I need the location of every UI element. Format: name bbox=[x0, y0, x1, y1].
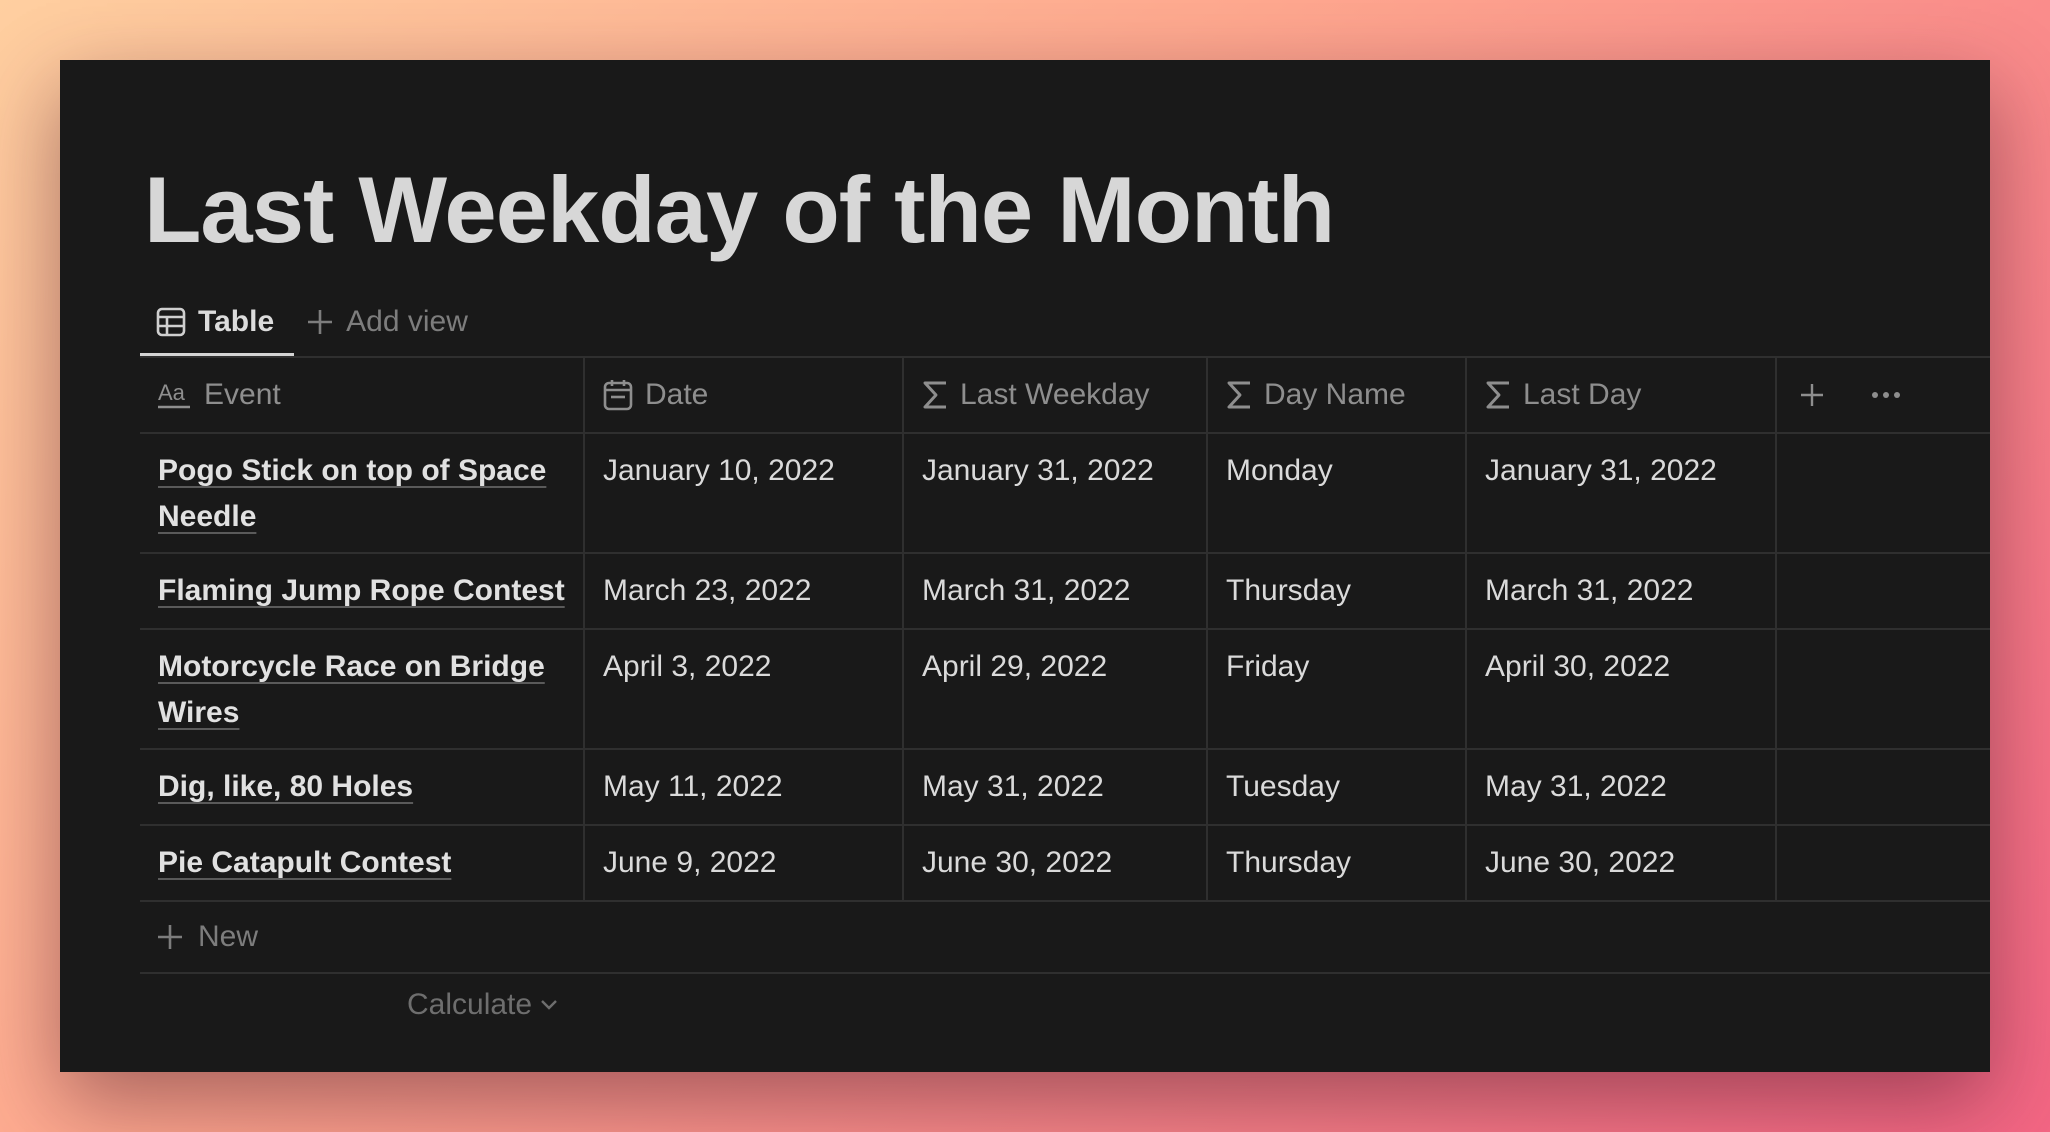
page-window: Last Weekday of the Month Table Add view… bbox=[60, 60, 1990, 1072]
empty-cell bbox=[1777, 554, 1990, 628]
column-header-date[interactable]: Date bbox=[585, 358, 904, 432]
column-header-label: Day Name bbox=[1264, 378, 1406, 411]
column-header-event[interactable]: Aa Event bbox=[140, 358, 585, 432]
date-cell[interactable]: March 23, 2022 bbox=[585, 554, 904, 628]
last-weekday-cell[interactable]: June 30, 2022 bbox=[904, 826, 1208, 900]
tab-table-label: Table bbox=[198, 305, 275, 338]
event-cell: Dig, like, 80 Holes bbox=[140, 750, 585, 824]
column-header-label: Last Weekday bbox=[960, 378, 1150, 411]
column-header-label: Event bbox=[204, 378, 281, 411]
new-row-label: New bbox=[198, 920, 259, 953]
database-table: Aa Event Date Last Weekday Day Name Last… bbox=[140, 356, 1990, 1040]
view-tabs: Table Add view bbox=[140, 290, 480, 356]
column-header-last-day[interactable]: Last Day bbox=[1467, 358, 1777, 432]
event-cell: Motorcycle Race on Bridge Wires bbox=[140, 630, 585, 748]
last-weekday-cell[interactable]: January 31, 2022 bbox=[904, 434, 1208, 552]
event-cell: Pie Catapult Contest bbox=[140, 826, 585, 900]
date-cell[interactable]: April 3, 2022 bbox=[585, 630, 904, 748]
table-row[interactable]: Motorcycle Race on Bridge Wires April 3,… bbox=[140, 628, 1990, 748]
event-title[interactable]: Motorcycle Race on Bridge Wires bbox=[158, 650, 545, 729]
date-cell[interactable]: June 9, 2022 bbox=[585, 826, 904, 900]
last-day-cell[interactable]: May 31, 2022 bbox=[1467, 750, 1777, 824]
plus-icon bbox=[156, 923, 184, 951]
calendar-icon bbox=[603, 379, 633, 411]
day-name-cell[interactable]: Friday bbox=[1208, 630, 1467, 748]
event-title[interactable]: Dig, like, 80 Holes bbox=[158, 770, 413, 803]
add-view-button[interactable]: Add view bbox=[294, 290, 480, 354]
table-row[interactable]: Pie Catapult Contest June 9, 2022 June 3… bbox=[140, 824, 1990, 900]
last-weekday-cell[interactable]: May 31, 2022 bbox=[904, 750, 1208, 824]
event-title[interactable]: Flaming Jump Rope Contest bbox=[158, 574, 565, 607]
calculate-button[interactable]: Calculate bbox=[407, 988, 558, 1022]
date-cell[interactable]: May 11, 2022 bbox=[585, 750, 904, 824]
column-header-actions bbox=[1777, 358, 1990, 432]
day-name-cell[interactable]: Monday bbox=[1208, 434, 1467, 552]
date-cell[interactable]: January 10, 2022 bbox=[585, 434, 904, 552]
empty-cell bbox=[1777, 630, 1990, 748]
event-title[interactable]: Pogo Stick on top of Space Needle bbox=[158, 454, 546, 533]
last-weekday-cell[interactable]: March 31, 2022 bbox=[904, 554, 1208, 628]
formula-sigma-icon bbox=[922, 380, 948, 410]
empty-cell bbox=[1777, 434, 1990, 552]
last-weekday-cell[interactable]: April 29, 2022 bbox=[904, 630, 1208, 748]
svg-text:Aa: Aa bbox=[158, 380, 186, 405]
table-row[interactable]: Dig, like, 80 Holes May 11, 2022 May 31,… bbox=[140, 748, 1990, 824]
plus-icon bbox=[306, 308, 334, 336]
empty-cell bbox=[1777, 750, 1990, 824]
page-title: Last Weekday of the Month bbox=[144, 157, 1335, 262]
table-header-row: Aa Event Date Last Weekday Day Name Last… bbox=[140, 356, 1990, 432]
last-day-cell[interactable]: June 30, 2022 bbox=[1467, 826, 1777, 900]
formula-sigma-icon bbox=[1485, 380, 1511, 410]
tab-table[interactable]: Table bbox=[140, 290, 295, 356]
table-row[interactable]: Pogo Stick on top of Space Needle Januar… bbox=[140, 432, 1990, 552]
last-day-cell[interactable]: January 31, 2022 bbox=[1467, 434, 1777, 552]
more-options-icon[interactable] bbox=[1871, 390, 1901, 400]
last-day-cell[interactable]: April 30, 2022 bbox=[1467, 630, 1777, 748]
new-row-button[interactable]: New bbox=[140, 900, 1990, 974]
event-cell: Flaming Jump Rope Contest bbox=[140, 554, 585, 628]
day-name-cell[interactable]: Tuesday bbox=[1208, 750, 1467, 824]
last-day-cell[interactable]: March 31, 2022 bbox=[1467, 554, 1777, 628]
chevron-down-icon bbox=[540, 999, 558, 1011]
text-property-icon: Aa bbox=[158, 380, 192, 410]
calculate-row: Calculate bbox=[140, 974, 1990, 1040]
day-name-cell[interactable]: Thursday bbox=[1208, 554, 1467, 628]
column-header-label: Date bbox=[645, 378, 709, 411]
calculate-label: Calculate bbox=[407, 988, 533, 1021]
add-view-label: Add view bbox=[346, 305, 468, 338]
empty-cell bbox=[1777, 826, 1990, 900]
column-header-last-weekday[interactable]: Last Weekday bbox=[904, 358, 1208, 432]
formula-sigma-icon bbox=[1226, 380, 1252, 410]
column-header-day-name[interactable]: Day Name bbox=[1208, 358, 1467, 432]
column-header-label: Last Day bbox=[1523, 378, 1642, 411]
table-icon bbox=[156, 307, 186, 337]
event-title[interactable]: Pie Catapult Contest bbox=[158, 846, 451, 879]
table-row[interactable]: Flaming Jump Rope Contest March 23, 2022… bbox=[140, 552, 1990, 628]
add-property-icon[interactable] bbox=[1799, 382, 1825, 408]
event-cell: Pogo Stick on top of Space Needle bbox=[140, 434, 585, 552]
day-name-cell[interactable]: Thursday bbox=[1208, 826, 1467, 900]
